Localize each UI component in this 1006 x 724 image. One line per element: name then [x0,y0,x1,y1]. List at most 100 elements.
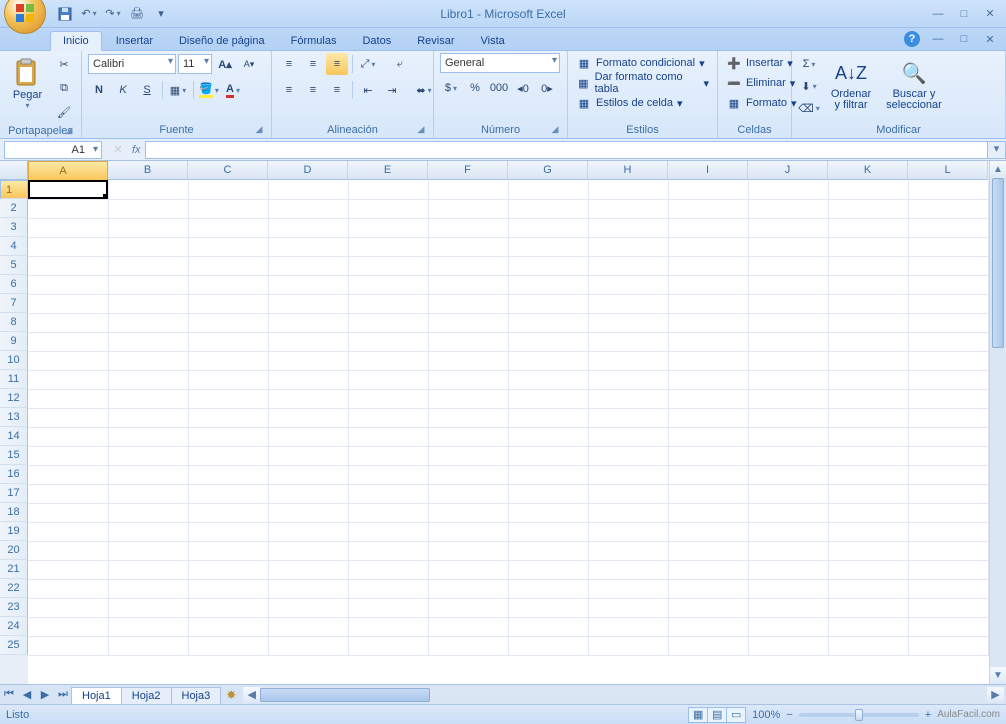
cell[interactable] [428,313,508,332]
cell[interactable] [828,389,908,408]
row-header[interactable]: 25 [0,636,28,655]
cell[interactable] [108,522,188,541]
cell[interactable] [908,598,988,617]
cell[interactable] [748,598,828,617]
cell[interactable] [108,180,188,199]
cell[interactable] [748,370,828,389]
cell[interactable] [668,560,748,579]
cell[interactable] [348,522,428,541]
formula-input[interactable] [145,141,988,159]
cell[interactable] [188,636,268,655]
column-header[interactable]: G [508,161,588,180]
cancel-formula-icon[interactable]: ✕ [106,141,130,159]
cell[interactable] [748,484,828,503]
vscroll-thumb[interactable] [992,178,1004,348]
cell[interactable] [348,484,428,503]
cell[interactable] [508,522,588,541]
row-header[interactable]: 24 [0,617,28,636]
underline-icon[interactable]: S [136,79,158,101]
font-size-select[interactable] [178,54,212,74]
cell[interactable] [188,408,268,427]
column-header[interactable]: F [428,161,508,180]
cell[interactable] [28,503,108,522]
cell[interactable] [188,256,268,275]
cell[interactable] [748,313,828,332]
cell[interactable] [668,427,748,446]
cell[interactable] [508,256,588,275]
cell[interactable] [748,503,828,522]
cell[interactable] [268,294,348,313]
cell[interactable] [28,294,108,313]
cell[interactable] [268,560,348,579]
bold-icon[interactable]: N [88,79,110,101]
format-as-table-button[interactable]: ▦Dar formato como tabla ▾ [574,73,711,93]
thousands-icon[interactable]: 000 [488,77,510,99]
cell[interactable] [188,294,268,313]
cell[interactable] [348,237,428,256]
cell[interactable] [588,389,668,408]
cell[interactable] [428,579,508,598]
percent-icon[interactable]: % [464,77,486,99]
cell[interactable] [188,522,268,541]
cell[interactable] [508,313,588,332]
cell[interactable] [588,275,668,294]
cell[interactable] [588,465,668,484]
cell[interactable] [348,541,428,560]
cell[interactable] [748,332,828,351]
cell[interactable] [588,180,668,199]
cell[interactable] [348,408,428,427]
cell[interactable] [28,351,108,370]
cell[interactable] [188,370,268,389]
cell[interactable] [348,275,428,294]
cell[interactable] [108,503,188,522]
cell[interactable] [28,636,108,655]
row-header[interactable]: 22 [0,579,28,598]
cell[interactable] [668,180,748,199]
cell[interactable] [908,199,988,218]
cell[interactable] [908,484,988,503]
cell[interactable] [428,484,508,503]
cell[interactable] [28,237,108,256]
insert-cells-button[interactable]: ➕Insertar ▾ [724,53,795,73]
zoom-slider[interactable] [799,713,919,717]
cell[interactable] [428,351,508,370]
cell[interactable] [348,389,428,408]
cell[interactable] [348,465,428,484]
cell[interactable] [348,370,428,389]
align-launcher-icon[interactable]: ◢ [415,124,427,136]
borders-icon[interactable]: ▦ [167,79,189,101]
row-header[interactable]: 15 [0,446,28,465]
cell[interactable] [348,579,428,598]
cell[interactable] [188,617,268,636]
cell[interactable] [28,332,108,351]
cell[interactable] [908,332,988,351]
cell[interactable] [668,199,748,218]
fill-color-icon[interactable]: 🪣 [198,79,220,101]
scroll-left-icon[interactable]: ◀ [243,687,260,703]
format-cells-button[interactable]: ▦Formato ▾ [724,93,799,113]
cell[interactable] [508,332,588,351]
row-header[interactable]: 10 [0,351,28,370]
scroll-right-icon[interactable]: ▶ [987,687,1004,703]
cell[interactable] [668,351,748,370]
undo-icon[interactable]: ↶ [80,5,98,23]
cell[interactable] [668,313,748,332]
copy-icon[interactable]: ⧉ [53,77,75,99]
row-header[interactable]: 23 [0,598,28,617]
cell[interactable] [188,560,268,579]
column-header[interactable]: H [588,161,668,180]
cell[interactable] [668,256,748,275]
cell[interactable] [828,180,908,199]
cell[interactable] [28,579,108,598]
cell[interactable] [188,427,268,446]
cell[interactable] [668,484,748,503]
cell[interactable] [828,427,908,446]
cell[interactable] [108,256,188,275]
cell[interactable] [188,503,268,522]
cell[interactable] [748,560,828,579]
prev-sheet-icon[interactable]: ◀ [18,686,36,704]
mdi-minimize-icon[interactable]: — [930,31,946,47]
cell[interactable] [508,370,588,389]
clear-icon[interactable]: ⌫ [798,97,820,119]
cell[interactable] [588,408,668,427]
